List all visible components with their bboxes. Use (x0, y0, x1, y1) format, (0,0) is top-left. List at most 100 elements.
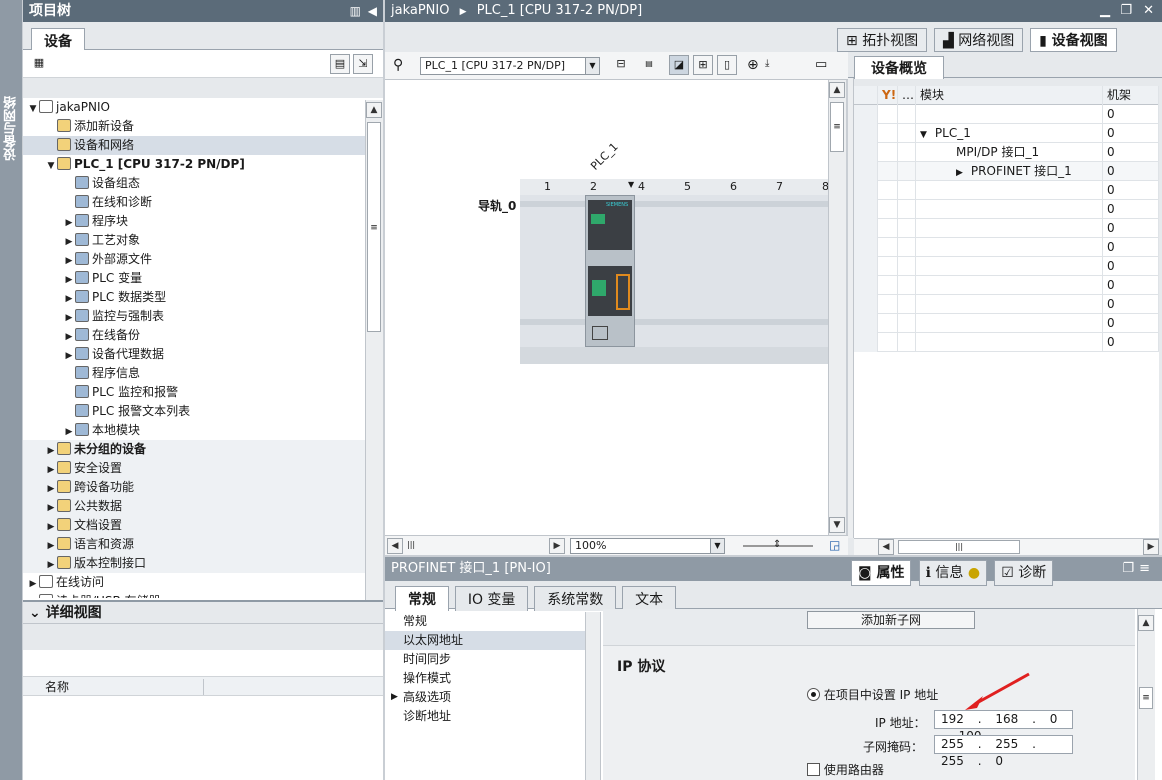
chevron-down-icon[interactable]: ▼ (585, 58, 599, 74)
scroll-right-icon[interactable]: ▶ (1143, 539, 1159, 555)
nav-general[interactable]: 常规 (385, 612, 585, 631)
tree-node[interactable]: ▶ 工艺对象 (23, 231, 365, 250)
properties-vscroll[interactable]: ▲ ≡ (1137, 609, 1155, 780)
scroll-up-icon[interactable]: ▲ (829, 82, 845, 98)
detail-col-name[interactable]: 名称 (45, 677, 69, 697)
hscroll-thumb[interactable]: ||| (407, 540, 415, 549)
restore-icon[interactable]: ❐ (1120, 0, 1132, 22)
scroll-right-icon[interactable]: ▶ (549, 538, 565, 554)
tree-node[interactable]: ▶ PLC 变量 (23, 269, 365, 288)
zoom-slider-thumb[interactable]: ⇕ (773, 539, 781, 550)
overview-row[interactable]: 0 (854, 200, 1159, 219)
zoom-select[interactable]: 100% ▼ (570, 538, 725, 554)
name-icon[interactable]: ▤ (639, 55, 659, 75)
module-cell[interactable]: ▼ PLC_1 (916, 124, 1103, 143)
module-cell[interactable] (916, 257, 1103, 276)
tree-node[interactable]: ▶ 安全设置 (23, 459, 365, 478)
chevron-down-icon[interactable]: ⌄ (29, 605, 41, 621)
tab-io-tags[interactable]: IO 变量 (454, 586, 529, 611)
tree-node[interactable]: ▶ 公共数据 (23, 497, 365, 516)
scroll-left-icon[interactable]: ◀ (387, 538, 403, 554)
tree-node[interactable]: ▼ PLC_1 [CPU 317-2 PN/DP] (23, 155, 365, 174)
overview-row[interactable]: ▼ PLC_1 0 (854, 124, 1159, 143)
radio-button[interactable] (807, 688, 820, 701)
canvas-vscroll[interactable]: ▲ ≡ ▼ (828, 80, 846, 535)
rack-icon[interactable]: ⊟ (611, 55, 631, 75)
overview-row[interactable]: 0 (854, 181, 1159, 200)
module-cell[interactable] (916, 314, 1103, 333)
tree-node[interactable]: ▶ 文档设置 (23, 516, 365, 535)
cpu-module[interactable]: SIEMENS (585, 195, 635, 347)
tree-node[interactable]: ▶ 语言和资源 (23, 535, 365, 554)
scroll-thumb[interactable]: ≡ (1139, 687, 1153, 709)
overview-hscroll[interactable]: ◀ ||| ▶ (854, 538, 1159, 555)
row-handle[interactable] (854, 162, 878, 181)
module-cell[interactable] (916, 238, 1103, 257)
module-cell[interactable] (916, 200, 1103, 219)
tab-system-constants[interactable]: 系统常数 (534, 586, 617, 611)
row-handle[interactable] (854, 105, 878, 124)
module-cell[interactable] (916, 181, 1103, 200)
tree-scrollbar[interactable]: ▲ ≡ (365, 100, 383, 600)
nav-advanced-options[interactable]: ▶ 高级选项 (385, 688, 585, 707)
module-cell[interactable]: ▶ PROFINET 接口_1 (916, 162, 1103, 181)
device-select[interactable]: PLC_1 [CPU 317-2 PN/DP] ▼ (420, 57, 600, 75)
row-handle[interactable] (854, 219, 878, 238)
grid-toggle-icon[interactable]: ▦ (29, 54, 49, 74)
scroll-thumb[interactable]: ≡ (367, 122, 381, 332)
nav-operating-mode[interactable]: 操作模式 (385, 669, 585, 688)
device-tree-icon[interactable]: ⚲ (393, 57, 403, 73)
tree-node[interactable]: 添加新设备 (23, 117, 365, 136)
tree-node[interactable]: 设备组态 (23, 174, 365, 193)
list-view-icon[interactable]: ▤ (330, 54, 350, 74)
overview-row[interactable]: 0 (854, 219, 1159, 238)
use-router-checkbox[interactable]: 使用路由器 (807, 761, 884, 778)
panel-icon[interactable]: ▯ (717, 55, 737, 75)
tree-node[interactable]: PLC 监控和报警 (23, 383, 365, 402)
row-handle[interactable] (854, 257, 878, 276)
nav-ethernet-address[interactable]: 以太网地址 (385, 631, 585, 650)
scroll-down-icon[interactable]: ▼ (829, 517, 845, 533)
row-handle[interactable] (854, 181, 878, 200)
overview-row[interactable]: 0 (854, 276, 1159, 295)
nav-diagnostic-address[interactable]: 诊断地址 (385, 707, 585, 726)
minimize-icon[interactable]: ▁ (1100, 0, 1110, 22)
tree-node[interactable]: ▶ 未分组的设备 (23, 440, 365, 459)
tree-node[interactable]: ▶ 版本控制接口 (23, 554, 365, 573)
row-handle[interactable] (854, 276, 878, 295)
breadcrumb-device[interactable]: PLC_1 [CPU 317-2 PN/DP] (477, 3, 642, 18)
tree-node[interactable]: ▶ 监控与强制表 (23, 307, 365, 326)
overview-row[interactable]: ▶ PROFINET 接口_1 0 (854, 162, 1159, 181)
row-handle[interactable] (854, 200, 878, 219)
ip-address-field[interactable]: 192 . 168 . 0 . 100 (934, 710, 1073, 743)
float-panel-icon[interactable]: ❐ (1122, 557, 1134, 581)
breadcrumb-project[interactable]: jakaPNIO (391, 3, 449, 18)
more-icon[interactable]: … (898, 86, 916, 105)
tree-node[interactable]: 设备和网络 (23, 136, 365, 155)
subnet-mask-field[interactable]: 255 . 255 . 255 . 0 (934, 735, 1073, 768)
row-handle[interactable] (854, 333, 878, 352)
module-cell[interactable] (916, 105, 1103, 124)
tab-info[interactable]: ℹ 信息 ● (918, 560, 988, 586)
row-handle[interactable] (854, 238, 878, 257)
row-handle[interactable] (854, 295, 878, 314)
download-icon[interactable]: ⤓ (765, 58, 769, 69)
tab-network-view[interactable]: ▟ 网络视图 (934, 28, 1024, 52)
module-cell[interactable]: MPI/DP 接口_1 (916, 143, 1103, 162)
device-canvas[interactable]: PLC_1 导轨_0 1 2 ▼ 4 5 6 7 8 SIEMENS (385, 80, 828, 535)
overview-row[interactable]: 0 (854, 314, 1159, 333)
overview-row[interactable]: 0 (854, 257, 1159, 276)
radio-set-ip-in-project[interactable]: 在项目中设置 IP 地址 (807, 686, 938, 703)
nav-time-sync[interactable]: 时间同步 (385, 650, 585, 669)
nav-splitter[interactable] (585, 612, 601, 780)
overview-row[interactable]: 0 (854, 238, 1159, 257)
col-module[interactable]: 模块 (916, 86, 1103, 105)
chevron-down-icon[interactable]: ▼ (710, 539, 724, 553)
scroll-up-icon[interactable]: ▲ (1138, 615, 1154, 631)
zoom-in-icon[interactable]: ⊕ (747, 57, 759, 73)
tree-node[interactable]: ▶ 在线访问 (23, 573, 365, 592)
scroll-left-icon[interactable]: ◀ (878, 539, 894, 555)
tab-topology-view[interactable]: ⊞ 拓扑视图 (837, 28, 928, 52)
add-subnet-button[interactable]: 添加新子网 (807, 611, 975, 629)
tree-node[interactable]: ▶ 程序块 (23, 212, 365, 231)
